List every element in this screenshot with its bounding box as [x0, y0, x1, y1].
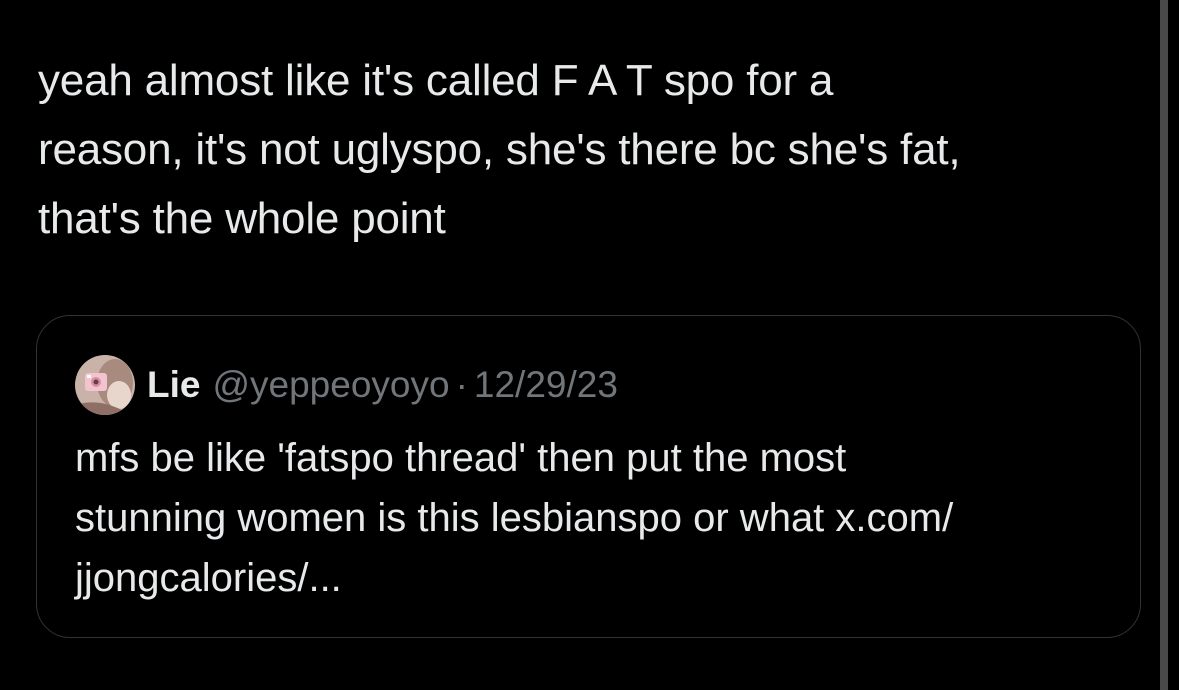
quoted-tweet-text: mfs be like 'fatspo thread' then put the… — [75, 436, 954, 600]
avatar-photo-icon — [75, 355, 135, 415]
author-name[interactable]: Lie — [147, 364, 200, 406]
author-handle[interactable]: @yeppeoyoyo — [212, 364, 449, 406]
quoted-tweet-card[interactable]: Lie @yeppeoyoyo · 12/29/23 mfs be like '… — [36, 315, 1141, 638]
quoted-tweet-header: Lie @yeppeoyoyo · 12/29/23 — [75, 354, 618, 416]
scrollbar[interactable] — [1160, 0, 1168, 690]
tweet-date[interactable]: 12/29/23 — [474, 364, 618, 406]
avatar[interactable] — [75, 355, 135, 415]
tweet-text: yeah almost like it's called F A T spo f… — [38, 56, 961, 243]
meta-separator: · — [455, 364, 468, 405]
